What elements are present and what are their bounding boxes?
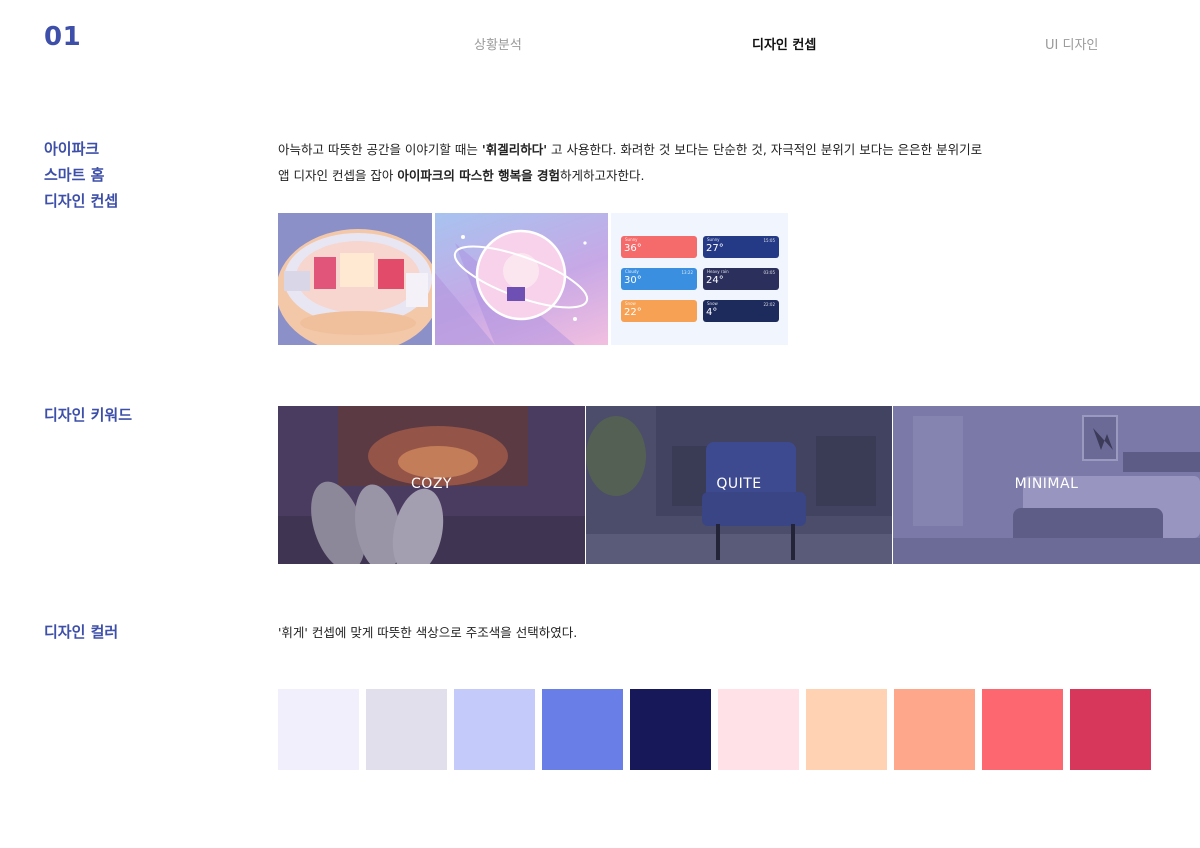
weather-card: Snow 22° [621,300,697,322]
color-swatch [366,689,447,770]
keyword-section-title: 디자인 키워드 [44,406,133,424]
color-swatch [982,689,1063,770]
nav-item-ui-design[interactable]: UI 디자인 [1045,34,1098,53]
weather-status: Sunny [707,237,720,242]
weather-status: Snow [625,301,636,306]
color-swatch [630,689,711,770]
concept-description: 아늑하고 따뜻한 공간을 이야기할 때는 '휘겔리하다' 고 사용한다. 화려한… [278,137,982,189]
concept-image-room [278,213,432,345]
desc-text: 하게하고자한다. [559,168,645,183]
color-swatch [454,689,535,770]
color-swatch [1070,689,1151,770]
keyword-photo-quite: QUITE [586,406,892,564]
weather-temp: 4° [706,307,718,318]
nav-item-design-concept[interactable]: 디자인 컨셉 [752,34,816,53]
weather-temp: 22° [624,307,642,318]
color-swatch [718,689,799,770]
keyword-label-minimal: MINIMAL [1014,476,1079,492]
color-swatch [894,689,975,770]
concept-image-weather-widgets: Sunny 36° Sunny 27° 15:05 Cloudy 30° 13:22 Heavy… [611,213,788,345]
concept-title-line: 디자인 컨셉 [44,192,119,210]
color-section-title: 디자인 컬러 [44,623,119,641]
weather-temp: 30° [624,275,642,286]
weather-card: Sunny 36° [621,236,697,258]
concept-desc-line-2: 앱 디자인 컨셉을 잡아 아이파크의 따스한 행복을 경험하게하고자한다. [278,163,982,189]
weather-card: Cloudy 30° 13:22 [621,268,697,290]
weather-widget-grid: Sunny 36° Sunny 27° 15:05 Cloudy 30° 13:22 Heavy… [621,236,779,326]
weather-status: Snow [707,301,718,306]
keyword-label-cozy: COZY [411,476,452,492]
weather-card: Sunny 27° 15:05 [703,236,779,258]
color-swatch [542,689,623,770]
concept-section-title: 아이파크 스마트 홈 디자인 컨셉 [44,136,118,214]
weather-status: Cloudy [625,269,639,274]
color-swatch [278,689,359,770]
concept-title-line: 아이파크 [44,140,100,158]
desc-bold-text: '휘겔리하다' [481,142,548,157]
color-swatch [806,689,887,770]
weather-status: Heavy rain [707,269,729,274]
weather-temp: 27° [706,243,724,254]
desc-bold-text: 아이파크의 따스한 행복을 경험 [397,168,560,183]
page-number: 01 [44,22,82,52]
weather-temp: 24° [706,275,724,286]
weather-temp: 36° [624,243,642,254]
weather-card: Snow 4° 22:02 [703,300,779,322]
room-illustration [278,213,432,345]
desc-text: 아늑하고 따뜻한 공간을 이야기할 때는 [278,142,482,157]
color-description: '휘게' 컨셉에 맞게 따뜻한 색상으로 주조색을 선택하였다. [278,625,578,640]
concept-image-globe [435,213,608,345]
weather-time: 03:05 [763,270,775,275]
weather-time: 13:22 [681,270,693,275]
concept-title-line: 스마트 홈 [44,166,105,184]
keyword-photo-cozy: COZY [278,406,585,564]
concept-desc-line-1: 아늑하고 따뜻한 공간을 이야기할 때는 '휘겔리하다' 고 사용한다. 화려한… [278,137,982,163]
keyword-label-quite: QUITE [716,476,762,492]
desc-text: 앱 디자인 컨셉을 잡아 [278,168,398,183]
keyword-photo-minimal: MINIMAL [893,406,1200,564]
weather-time: 22:02 [763,302,775,307]
weather-card: Heavy rain 24° 03:05 [703,268,779,290]
globe-illustration [435,229,589,345]
weather-time: 15:05 [763,238,775,243]
nav-item-situation-analysis[interactable]: 상황분석 [474,34,522,53]
desc-text: 고 사용한다. 화려한 것 보다는 단순한 것, 자극적인 분위기 보다는 은은… [547,142,983,157]
weather-status: Sunny [625,237,638,242]
